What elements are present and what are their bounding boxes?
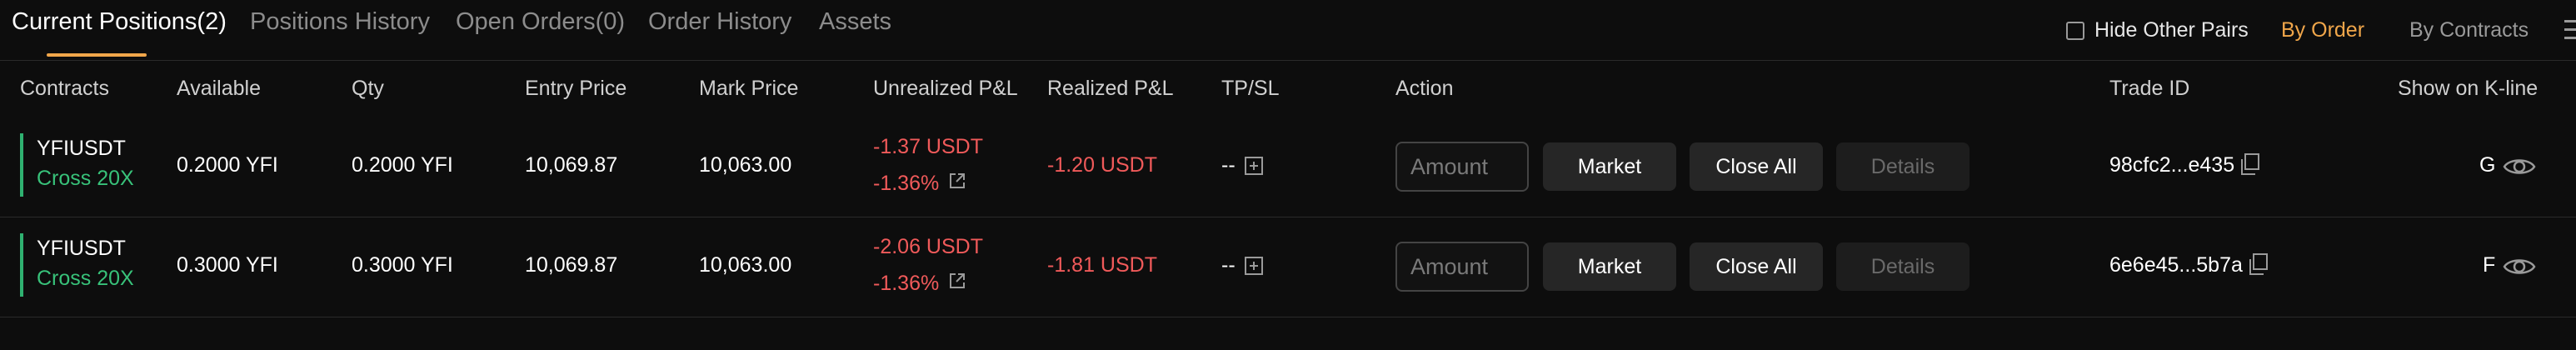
table-row: YFIUSDT Cross 20X 0.2000 YFI 0.2000 YFI …: [0, 118, 2576, 217]
hide-other-pairs-label[interactable]: Hide Other Pairs: [2094, 18, 2249, 42]
tpsl-value: --: [1221, 253, 1236, 277]
details-button[interactable]: Details: [1836, 142, 1969, 191]
unrealized-pnl-percent: -1.36%: [873, 172, 940, 195]
tab-order-history[interactable]: Order History: [648, 8, 791, 36]
unrealized-pnl-value: -1.37 USDT: [873, 135, 983, 158]
table-header: Contracts Available Qty Entry Price Mark…: [0, 60, 2576, 118]
column-header-qty: Qty: [352, 77, 384, 100]
tab-current-positions[interactable]: Current Positions(2): [12, 8, 227, 36]
eye-icon[interactable]: [2503, 155, 2536, 178]
margin-mode: Cross 20X: [37, 167, 134, 190]
qty-value: 0.2000 YFI: [352, 153, 453, 177]
by-contracts-toggle[interactable]: By Contracts: [2409, 18, 2529, 42]
contract-name[interactable]: YFIUSDT: [37, 237, 126, 261]
mark-price-value: 10,063.00: [699, 153, 792, 177]
close-all-button[interactable]: Close All: [1690, 242, 1823, 291]
market-button[interactable]: Market: [1543, 242, 1676, 291]
tab-open-orders[interactable]: Open Orders(0): [456, 8, 625, 36]
tab-assets[interactable]: Assets: [819, 8, 891, 36]
available-value: 0.2000 YFI: [177, 153, 278, 177]
realized-pnl-value: -1.20 USDT: [1047, 153, 1157, 177]
column-header-mark-price: Mark Price: [699, 77, 799, 100]
available-value: 0.3000 YFI: [177, 253, 278, 277]
amount-input[interactable]: [1395, 142, 1529, 192]
active-tab-indicator: [47, 53, 147, 57]
external-link-icon[interactable]: [948, 172, 966, 190]
column-header-unrealized-pnl: Unrealized P&L: [873, 77, 1018, 100]
tab-bar: Current Positions(2) Positions History O…: [0, 0, 2576, 61]
tpsl-value: --: [1221, 153, 1236, 177]
external-link-icon[interactable]: [948, 272, 966, 290]
trade-id-value: 6e6e45...5b7a: [2109, 253, 2243, 277]
margin-mode: Cross 20X: [37, 267, 134, 290]
column-header-tpsl: TP/SL: [1221, 77, 1280, 100]
column-header-trade-id: Trade ID: [2109, 77, 2190, 100]
checkbox-icon[interactable]: [2066, 22, 2084, 40]
entry-price-value: 10,069.87: [525, 253, 618, 277]
eye-icon[interactable]: [2503, 255, 2536, 278]
details-button[interactable]: Details: [1836, 242, 1969, 291]
position-side-bar: [20, 133, 23, 197]
table-row: YFIUSDT Cross 20X 0.3000 YFI 0.3000 YFI …: [0, 218, 2576, 317]
tab-positions-history[interactable]: Positions History: [250, 8, 430, 36]
qty-value: 0.3000 YFI: [352, 253, 453, 277]
column-header-show-on-kline: Show on K-line: [2398, 77, 2539, 100]
column-header-entry-price: Entry Price: [525, 77, 627, 100]
mark-price-value: 10,063.00: [699, 253, 792, 277]
amount-input[interactable]: [1395, 242, 1529, 292]
unrealized-pnl-percent: -1.36%: [873, 272, 940, 295]
close-all-button[interactable]: Close All: [1690, 142, 1823, 191]
column-header-contracts: Contracts: [20, 77, 109, 100]
contract-name[interactable]: YFIUSDT: [37, 137, 126, 161]
row-divider: [0, 217, 2576, 218]
column-header-realized-pnl: Realized P&L: [1047, 77, 1174, 100]
unrealized-pnl-value: -2.06 USDT: [873, 235, 983, 258]
market-button[interactable]: Market: [1543, 142, 1676, 191]
row-divider: [0, 317, 2576, 318]
realized-pnl-value: -1.81 USDT: [1047, 253, 1157, 277]
kline-label: F: [2483, 253, 2496, 277]
add-tpsl-icon[interactable]: [1245, 157, 1263, 175]
copy-icon[interactable]: [2238, 152, 2263, 177]
trade-id-value: 98cfc2...e435: [2109, 153, 2235, 177]
kline-label: G: [2479, 153, 2496, 177]
column-header-action: Action: [1395, 77, 1454, 100]
column-header-available: Available: [177, 77, 262, 100]
position-side-bar: [20, 233, 23, 297]
entry-price-value: 10,069.87: [525, 153, 618, 177]
add-tpsl-icon[interactable]: [1245, 257, 1263, 275]
by-order-toggle[interactable]: By Order: [2281, 18, 2364, 42]
copy-icon[interactable]: [2246, 252, 2271, 277]
more-icon[interactable]: [2564, 20, 2576, 42]
